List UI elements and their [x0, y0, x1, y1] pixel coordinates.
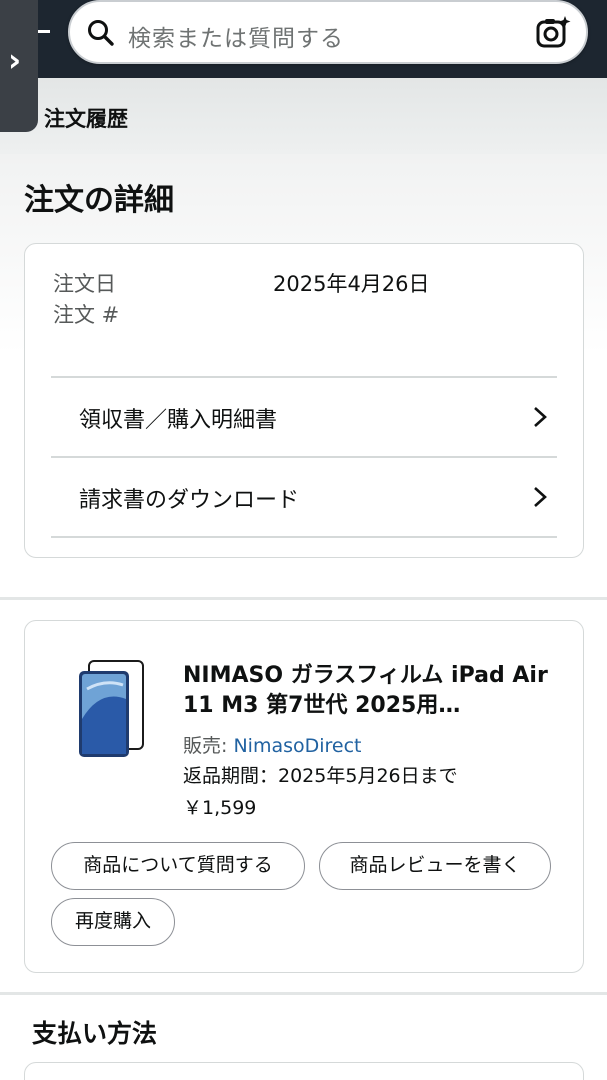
search-input[interactable]: 検索または質問する — [128, 19, 344, 53]
side-panel-tab[interactable]: › — [0, 0, 38, 132]
receipt-link-label: 領収書／購入明細書 — [79, 408, 278, 433]
product-title[interactable]: NIMASO ガラスフィルム iPad Air 11 M3 第7世代 2025用… — [183, 661, 553, 721]
payment-method-card — [24, 1062, 584, 1080]
search-icon — [88, 20, 114, 46]
chevron-right-icon: › — [8, 41, 22, 79]
order-info-card: 注文日 2025年4月26日 注文 # 領収書／購入明細書 請求書のダウンロード — [24, 243, 584, 558]
chevron-right-icon — [534, 407, 547, 427]
order-item-card: NIMASO ガラスフィルム iPad Air 11 M3 第7世代 2025用… — [24, 620, 584, 973]
seller-link[interactable]: NimasoDirect — [233, 735, 361, 757]
chevron-right-icon — [534, 487, 547, 507]
item-price: ￥1,599 — [183, 797, 257, 819]
search-bar[interactable]: 検索または質問する — [68, 0, 588, 64]
camera-icon[interactable] — [534, 14, 572, 52]
section-separator — [0, 992, 607, 995]
section-separator — [0, 597, 607, 600]
ask-question-button[interactable]: 商品について質問する — [51, 842, 305, 890]
buy-again-button[interactable]: 再度購入 — [51, 898, 175, 946]
seller-label: 販売: — [183, 735, 234, 757]
order-date-value: 2025年4月26日 — [273, 272, 430, 296]
invoice-download-link[interactable]: 請求書のダウンロード — [51, 458, 557, 536]
product-image[interactable] — [75, 659, 145, 761]
breadcrumb: 注文履歴 — [0, 78, 607, 154]
return-period: 返品期間：2025年5月26日まで — [183, 765, 458, 787]
invoice-download-label: 請求書のダウンロード — [79, 488, 300, 513]
receipt-link[interactable]: 領収書／購入明細書 — [51, 378, 557, 456]
page-title: 注文の詳細 — [24, 183, 174, 218]
write-review-button[interactable]: 商品レビューを書く — [319, 842, 551, 890]
breadcrumb-order-history[interactable]: 注文履歴 — [44, 103, 128, 133]
payment-method-heading: 支払い方法 — [32, 1019, 158, 1048]
seller-info: 販売: NimasoDirect — [183, 731, 362, 758]
order-number-label: 注文 # — [53, 303, 120, 327]
divider — [51, 536, 557, 538]
top-nav-bar: 検索または質問する — [0, 0, 607, 78]
order-date-label: 注文日 — [53, 272, 116, 296]
menu-icon[interactable] — [38, 30, 50, 33]
